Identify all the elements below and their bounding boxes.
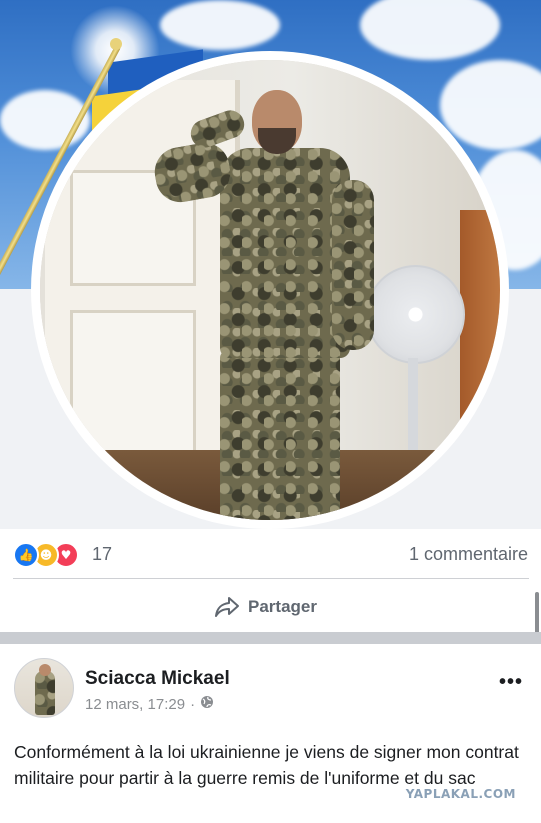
like-icon[interactable]: 👍 <box>13 542 39 568</box>
divider <box>13 578 529 579</box>
action-bar: Partager <box>0 580 541 632</box>
share-icon <box>214 595 240 619</box>
section-separator <box>0 632 541 644</box>
photo-brown-cabinet <box>460 210 500 490</box>
author-avatar[interactable] <box>14 658 74 718</box>
flag-pole-cap <box>110 38 122 50</box>
soldier-torso <box>220 148 350 358</box>
cloud <box>360 0 500 60</box>
soldier-arm <box>332 180 374 350</box>
avatar-soldier-head <box>39 664 51 676</box>
share-label: Partager <box>248 597 317 616</box>
profile-photo[interactable] <box>40 60 500 520</box>
globe-icon <box>200 695 214 713</box>
reaction-count[interactable]: 17 <box>92 542 112 566</box>
post: Sciacca Mickael 12 mars, 17:29 · ••• Con… <box>0 644 541 823</box>
post-meta: 12 mars, 17:29 · <box>85 695 214 713</box>
door-panel <box>70 310 196 466</box>
share-button[interactable]: Partager <box>214 593 317 621</box>
more-options-icon[interactable]: ••• <box>499 672 523 692</box>
meta-separator: · <box>190 695 196 713</box>
cloud <box>160 0 280 50</box>
watermark: YAPLAKAL.COM <box>405 787 516 801</box>
comments-count-link[interactable]: 1 commentaire <box>409 542 528 566</box>
post-text: Conformément à la loi ukrainienne je vie… <box>14 742 519 788</box>
reactions-row: 👍 ☻ ♥ 17 1 commentaire <box>0 529 541 579</box>
photo-fan <box>366 265 465 364</box>
post-timestamp[interactable]: 12 mars, 17:29 <box>85 696 185 713</box>
avatar-soldier <box>35 671 55 715</box>
soldier-legs <box>220 350 340 520</box>
author-name[interactable]: Sciacca Mickael <box>85 668 230 690</box>
